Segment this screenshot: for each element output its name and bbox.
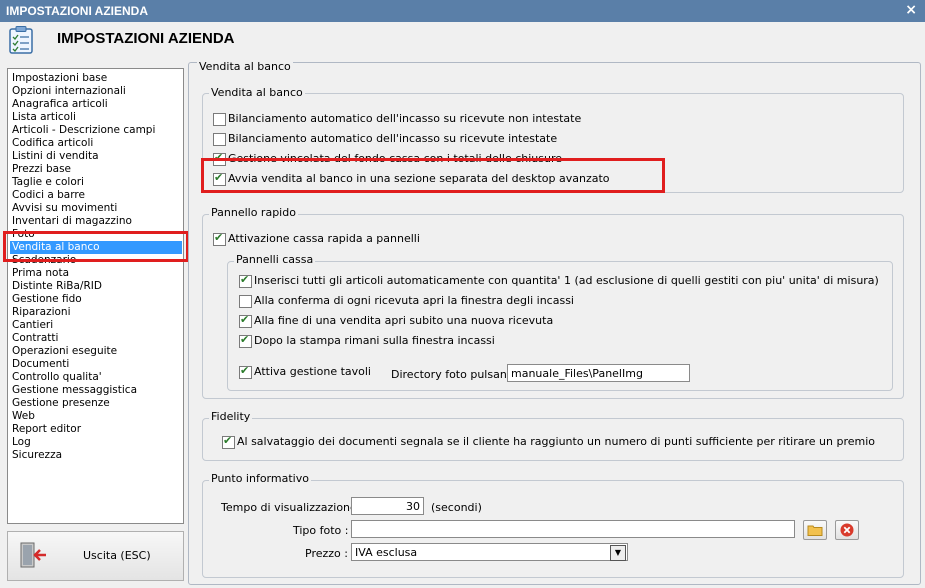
tipo-foto-label: Tipo foto :	[293, 524, 349, 537]
exit-button[interactable]: Uscita (ESC)	[7, 531, 184, 581]
main-panel: Vendita al banco Vendita al banco Bilanc…	[188, 60, 921, 585]
delete-icon	[840, 523, 854, 537]
nav-item-gestione-presenze[interactable]: Gestione presenze	[12, 397, 110, 410]
clear-photo-button[interactable]	[835, 520, 859, 540]
p4-label: Dopo la stampa rimani sulla finestra inc…	[254, 334, 495, 347]
exit-button-label: Uscita (ESC)	[83, 549, 151, 562]
nav-item-report-editor[interactable]: Report editor	[12, 423, 81, 436]
main-panel-title: Vendita al banco	[197, 60, 293, 73]
exit-door-icon	[20, 542, 46, 568]
nav-item-articoli-descrizione-campi[interactable]: Articoli - Descrizione campi	[12, 124, 155, 137]
nav-item-documenti[interactable]: Documenti	[12, 358, 69, 371]
nav-item-avvisi-su-movimenti[interactable]: Avvisi su movimenti	[12, 202, 117, 215]
nav-selection-highlight	[3, 231, 189, 262]
opt-bilanciamento-intestate-label: Bilanciamento automatico dell'incasso su…	[228, 132, 558, 145]
settings-window: IMPOSTAZIONI AZIENDA × IMPOSTAZIONI AZIE…	[0, 0, 925, 588]
dropdown-arrow-icon[interactable]: ▼	[610, 545, 626, 561]
folder-icon	[807, 525, 823, 536]
nav-item-inventari-di-magazzino[interactable]: Inventari di magazzino	[12, 215, 132, 228]
nav-item-anagrafica-articoli[interactable]: Anagrafica articoli	[12, 98, 108, 111]
nav-item-taglie-e-colori[interactable]: Taglie e colori	[12, 176, 84, 189]
prezzo-label: Prezzo :	[305, 547, 348, 560]
nav-item-lista-articoli[interactable]: Lista articoli	[12, 111, 76, 124]
nav-item-listini-di-vendita[interactable]: Listini di vendita	[12, 150, 99, 163]
page-header: IMPOSTAZIONI AZIENDA	[0, 22, 925, 62]
group-pannello-rapido-title: Pannello rapido	[209, 206, 298, 219]
nav-item-sicurezza[interactable]: Sicurezza	[12, 449, 62, 462]
window-title: IMPOSTAZIONI AZIENDA	[6, 4, 148, 18]
browse-folder-button[interactable]	[803, 520, 827, 540]
p1-checkbox[interactable]	[239, 273, 252, 288]
group-punto-informativo-title: Punto informativo	[209, 472, 311, 485]
tipo-foto-input[interactable]	[351, 520, 795, 538]
nav-item-cantieri[interactable]: Cantieri	[12, 319, 53, 332]
fidelity-label: Al salvataggio dei documenti segnala se …	[237, 435, 876, 448]
group-pannelli-cassa-title: Pannelli cassa	[234, 253, 316, 266]
nav-item-distinte-riba-rid[interactable]: Distinte RiBa/RID	[12, 280, 102, 293]
title-bar: IMPOSTAZIONI AZIENDA ×	[0, 0, 925, 23]
attiva-cassa-rapida-label: Attivazione cassa rapida a pannelli	[228, 232, 420, 245]
attiva-cassa-rapida-checkbox[interactable]	[213, 231, 226, 246]
p3-checkbox[interactable]	[239, 313, 252, 328]
checklist-icon	[9, 26, 33, 54]
directory-foto-label: Directory foto pulsanti :	[391, 368, 522, 381]
tempo-input[interactable]: 30	[351, 497, 424, 515]
fidelity-checkbox[interactable]	[222, 434, 235, 449]
nav-item-log[interactable]: Log	[12, 436, 31, 449]
group-fidelity-title: Fidelity	[209, 410, 253, 423]
option-highlight	[201, 158, 665, 193]
attiva-tavoli-checkbox[interactable]	[239, 364, 252, 379]
prezzo-select[interactable]: IVA esclusa ▼	[351, 543, 628, 561]
page-title: IMPOSTAZIONI AZIENDA	[57, 30, 235, 47]
nav-item-controllo-qualita[interactable]: Controllo qualita'	[12, 371, 102, 384]
nav-item-opzioni-internazionali[interactable]: Opzioni internazionali	[12, 85, 126, 98]
nav-item-riparazioni[interactable]: Riparazioni	[12, 306, 71, 319]
prezzo-value: IVA esclusa	[355, 546, 418, 559]
nav-item-operazioni-eseguite[interactable]: Operazioni eseguite	[12, 345, 117, 358]
opt-bilanciamento-non-intestate-checkbox[interactable]	[213, 113, 226, 126]
p2-checkbox[interactable]	[239, 295, 252, 308]
settings-nav-list[interactable]: Impostazioni base Opzioni internazionali A…	[7, 68, 184, 524]
p1-label: Inserisci tutti gli articoli automaticam…	[254, 274, 879, 287]
opt-bilanciamento-non-intestate-label: Bilanciamento automatico dell'incasso su…	[228, 112, 582, 125]
attiva-tavoli-label: Attiva gestione tavoli	[254, 365, 371, 378]
nav-item-codici-a-barre[interactable]: Codici a barre	[12, 189, 85, 202]
nav-item-contratti[interactable]: Contratti	[12, 332, 58, 345]
p3-label: Alla fine di una vendita apri subito una…	[254, 314, 554, 327]
tempo-label: Tempo di visualizzazione :	[221, 501, 364, 514]
nav-item-prima-nota[interactable]: Prima nota	[12, 267, 69, 280]
nav-item-prezzi-base[interactable]: Prezzi base	[12, 163, 71, 176]
tempo-unit: (secondi)	[431, 501, 482, 514]
p2-label: Alla conferma di ogni ricevuta apri la f…	[254, 294, 574, 307]
nav-item-impostazioni-base[interactable]: Impostazioni base	[12, 72, 107, 85]
directory-foto-input[interactable]: manuale_Files\PanelImg	[507, 364, 690, 382]
close-icon[interactable]: ×	[905, 2, 917, 18]
opt-bilanciamento-intestate-checkbox[interactable]	[213, 133, 226, 146]
nav-item-codifica-articoli[interactable]: Codifica articoli	[12, 137, 93, 150]
p4-checkbox[interactable]	[239, 333, 252, 348]
nav-item-gestione-messaggistica[interactable]: Gestione messaggistica	[12, 384, 137, 397]
nav-item-gestione-fido[interactable]: Gestione fido	[12, 293, 82, 306]
group-vendita-title: Vendita al banco	[209, 86, 305, 99]
nav-item-web[interactable]: Web	[12, 410, 35, 423]
